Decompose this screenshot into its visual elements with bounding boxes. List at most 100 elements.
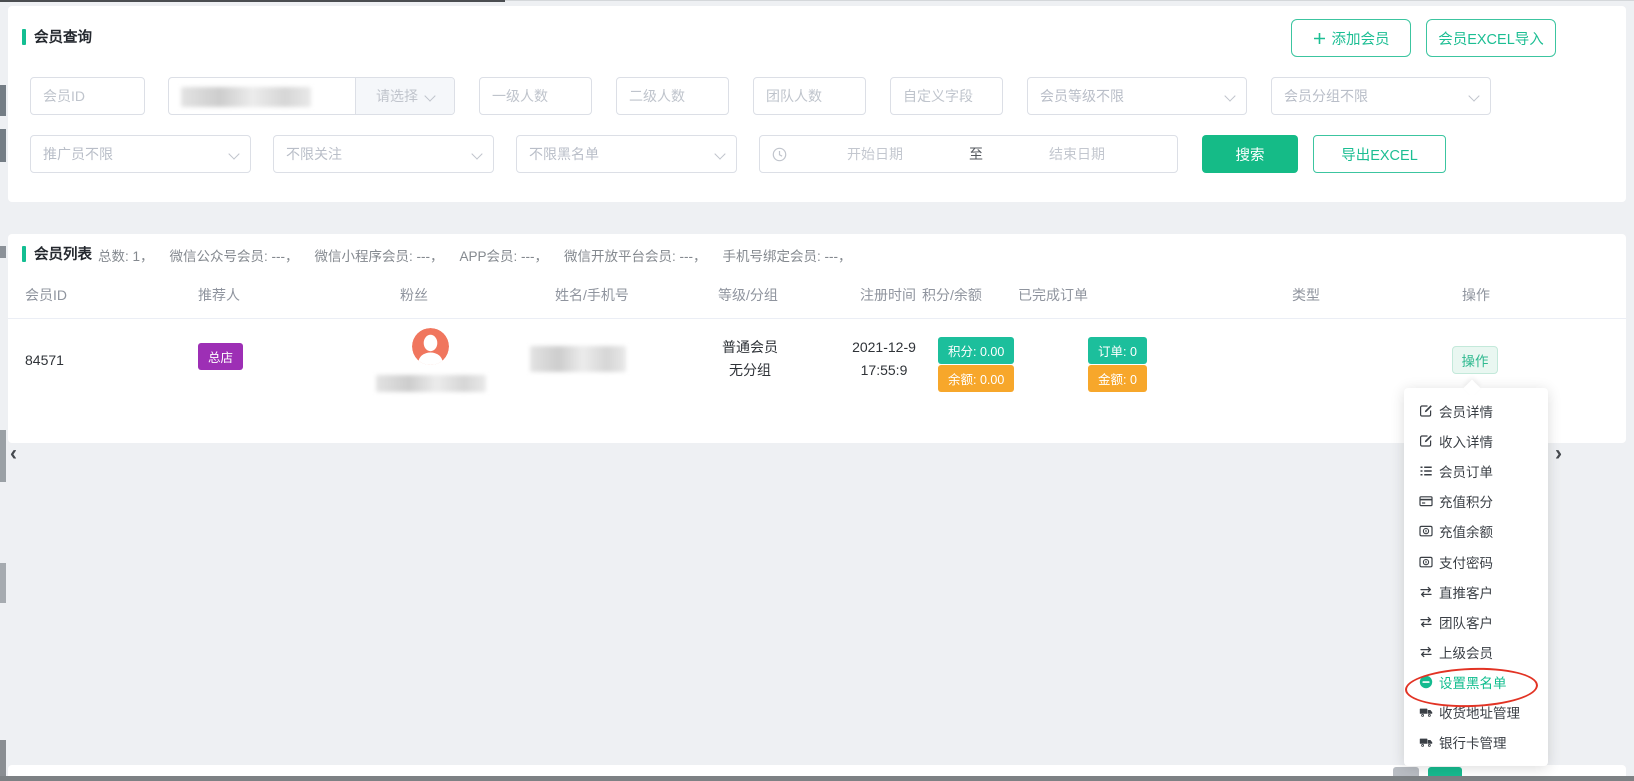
referrer-badge: 总店 [198,343,243,370]
menu-item-shipping-address[interactable]: 收货地址管理 [1404,697,1548,727]
minus-circle-icon [1419,675,1433,689]
redacted-fan-name [376,375,486,392]
sidebar-cutoff-fragment [0,85,6,116]
title-accent-bar [22,29,26,45]
menu-item-direct-customers[interactable]: 直推客户 [1404,577,1548,607]
points-badge: 积分: 0.00 [938,337,1014,364]
row-action-button-label: 操作 [1462,350,1489,370]
swap-icon [1419,585,1433,599]
row-action-button[interactable]: 操作 [1452,346,1498,374]
member-group-select[interactable]: 会员分组不限 [1271,77,1491,115]
col-header-points: 积分/余额 [922,285,982,305]
balance-badge: 余额: 0.00 [938,365,1014,392]
team-count-input[interactable] [753,77,866,115]
keyword-input[interactable] [169,78,355,114]
menu-item-label: 上级会员 [1439,642,1493,662]
menu-item-label: 会员详情 [1439,401,1493,421]
member-stats-row: 总数: 1， 微信公众号会员: ---， 微信小程序会员: ---， APP会员… [98,245,852,265]
redacted-keyword-value [181,87,311,107]
col-header-member-id: 会员ID [25,285,67,305]
truck-icon [1419,705,1433,719]
edit-icon [1419,404,1433,418]
menu-item-member-orders[interactable]: 会员订单 [1404,456,1548,486]
blacklist-filter-select-text: 不限黑名单 [529,144,599,164]
follow-status-select[interactable]: 不限关注 [273,135,494,173]
list-icon [1419,464,1433,478]
sidebar-cutoff-fragment [0,563,6,603]
stat-total: 总数: 1， [98,245,154,265]
start-date-placeholder[interactable]: 开始日期 [787,144,963,164]
promoter-select[interactable]: 推广员不限 [30,135,251,173]
register-date-range-picker[interactable]: 开始日期 至 结束日期 [759,135,1178,173]
follow-status-select-text: 不限关注 [286,144,342,164]
stat-wechat-miniprogram: 微信小程序会员: ---， [315,245,444,265]
add-member-button-label: 添加会员 [1332,28,1390,49]
clock-icon [772,147,787,162]
member-list-card: 会员列表 总数: 1， 微信公众号会员: ---， 微信小程序会员: ---， … [8,234,1626,443]
list-card-title: 会员列表 [22,243,92,264]
add-member-button[interactable]: 添加会员 [1291,19,1411,57]
excel-import-button[interactable]: 会员EXCEL导入 [1426,19,1556,57]
register-date: 2021-12-9 [832,336,936,359]
search-button[interactable]: 搜索 [1202,135,1298,173]
chevron-down-icon [1469,92,1478,101]
level2-count-input[interactable] [616,77,729,115]
menu-item-label: 收货地址管理 [1439,702,1520,722]
chevron-down-icon [425,92,434,101]
stat-wechat-open-platform: 微信开放平台会员: ---， [564,245,707,265]
menu-item-upline-member[interactable]: 上级会员 [1404,637,1548,667]
horizontal-scrollbar[interactable] [0,776,1634,781]
menu-item-member-detail[interactable]: 会员详情 [1404,396,1548,426]
menu-item-income-detail[interactable]: 收入详情 [1404,426,1548,456]
query-card-title-text: 会员查询 [34,26,92,47]
register-time: 17:55:9 [832,359,936,382]
list-card-title-text: 会员列表 [34,243,92,264]
chevron-down-icon [715,150,724,159]
level1-count-input[interactable] [479,77,592,115]
export-excel-button-label: 导出EXCEL [1341,144,1418,165]
query-card-title: 会员查询 [22,26,92,47]
menu-item-label: 银行卡管理 [1439,732,1507,752]
menu-item-team-customers[interactable]: 团队客户 [1404,607,1548,637]
scroll-left-arrow[interactable]: ‹ [10,446,17,462]
table-row: 84571 总店 普通会员 无分组 2021-12-9 17:55:9 积分: … [8,318,1626,401]
stat-phone-bound: 手机号绑定会员: ---， [723,245,852,265]
scroll-right-arrow[interactable]: › [1555,446,1562,462]
window-top-dark-line [0,0,505,2]
stat-app: APP会员: ---， [460,245,549,265]
col-header-name-phone: 姓名/手机号 [555,285,629,305]
member-group: 无分组 [690,359,810,382]
menu-item-payment-password[interactable]: 支付密码 [1404,546,1548,576]
end-date-placeholder[interactable]: 结束日期 [989,144,1165,164]
member-query-card: 会员查询 添加会员 会员EXCEL导入 请选择 会员等级不限 会员分组不限 推广… [8,6,1626,202]
coin-icon [1419,555,1433,569]
menu-item-set-blacklist[interactable]: 设置黑名单 [1404,667,1548,697]
promoter-select-text: 推广员不限 [43,144,113,164]
menu-item-label: 直推客户 [1439,582,1493,602]
fan-avatar [412,328,449,365]
col-header-fans: 粉丝 [400,285,428,305]
chevron-down-icon [1225,92,1234,101]
member-level-select-text: 会员等级不限 [1040,86,1124,106]
menu-item-label: 团队客户 [1439,612,1493,632]
custom-field-input[interactable] [890,77,1003,115]
plus-icon [1313,32,1326,45]
level-group-cell: 普通会员 无分组 [690,336,810,382]
export-excel-button[interactable]: 导出EXCEL [1313,135,1446,173]
menu-item-bank-card[interactable]: 银行卡管理 [1404,727,1548,757]
title-accent-bar [22,246,26,262]
member-id-cell: 84571 [25,319,64,401]
blacklist-filter-select[interactable]: 不限黑名单 [516,135,737,173]
member-level-select[interactable]: 会员等级不限 [1027,77,1247,115]
keyword-type-select[interactable]: 请选择 [355,78,454,114]
menu-item-recharge-points[interactable]: 充值积分 [1404,486,1548,516]
menu-item-recharge-balance[interactable]: 充值余额 [1404,516,1548,546]
swap-icon [1419,645,1433,659]
member-level: 普通会员 [690,336,810,359]
row-action-menu: 会员详情 收入详情 会员订单 充值积分 充值余额 支付密码 直推客户 团队客户 … [1404,388,1548,766]
sidebar-cutoff-fragment [0,740,6,781]
member-id-input[interactable] [30,77,145,115]
stat-wechat-official: 微信公众号会员: ---， [170,245,299,265]
menu-item-label: 支付密码 [1439,552,1493,572]
member-group-select-text: 会员分组不限 [1284,86,1368,106]
